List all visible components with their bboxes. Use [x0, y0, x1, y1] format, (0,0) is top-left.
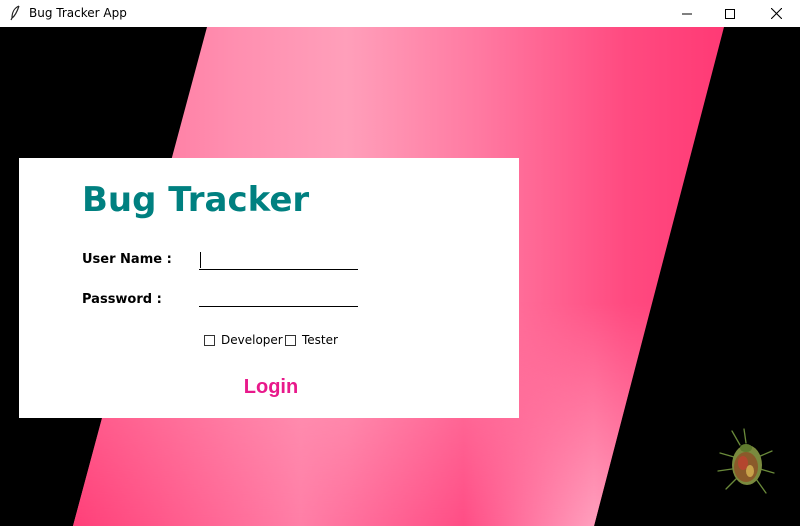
checkbox-box[interactable]: [285, 334, 296, 346]
close-button[interactable]: [753, 0, 799, 27]
maximize-button[interactable]: [707, 0, 753, 27]
password-label: Password :: [82, 292, 162, 307]
developer-label: Developer: [221, 333, 283, 347]
password-input[interactable]: [199, 286, 358, 307]
bug-icon: [716, 427, 778, 499]
feather-icon: [9, 5, 21, 21]
client-area: Bug Tracker User Name : Password : Devel…: [0, 27, 800, 526]
login-button[interactable]: Login: [231, 373, 311, 401]
login-card: Bug Tracker User Name : Password : Devel…: [19, 158, 519, 418]
username-label: User Name :: [82, 252, 172, 267]
minimize-icon: [682, 9, 692, 19]
text-cursor: [200, 252, 201, 268]
maximize-icon: [725, 8, 735, 19]
app-heading: Bug Tracker: [82, 180, 310, 220]
checkbox-box[interactable]: [204, 334, 215, 346]
username-input[interactable]: [199, 249, 358, 270]
minimize-button[interactable]: [664, 0, 710, 27]
close-icon: [770, 8, 782, 19]
tester-checkbox[interactable]: Tester: [285, 333, 338, 347]
title-bar[interactable]: Bug Tracker App: [0, 0, 800, 27]
developer-checkbox[interactable]: Developer: [204, 333, 283, 347]
window-title: Bug Tracker App: [29, 6, 127, 20]
app-window: Bug Tracker App Bug Tracker User Name: …: [0, 0, 800, 526]
tester-label: Tester: [302, 333, 338, 347]
